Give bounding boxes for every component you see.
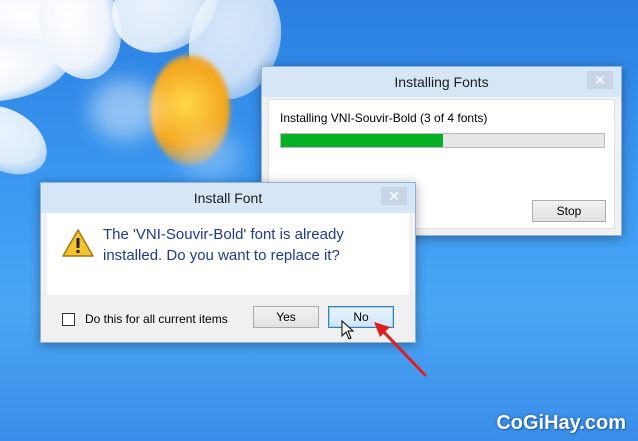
warning-icon: [62, 229, 94, 257]
close-icon: ✕: [594, 72, 606, 88]
annotation-arrow-icon: [374, 322, 427, 377]
apply-to-all-label[interactable]: Do this for all current items: [85, 312, 228, 326]
mouse-cursor-icon: [341, 320, 355, 340]
close-button[interactable]: ✕: [587, 71, 613, 89]
watermark: CoGiHay.com: [496, 412, 626, 434]
close-button[interactable]: ✕: [381, 187, 407, 205]
dialog-footer: Do this for all current items Yes No: [42, 295, 414, 341]
progress-bar: [280, 133, 605, 148]
message-line-2: installed. Do you want to replace it?: [103, 247, 340, 264]
progress-status-text: Installing VNI-Souvir-Bold (3 of 4 fonts…: [280, 111, 488, 125]
install-font-titlebar[interactable]: Install Font ✕: [41, 183, 415, 213]
installing-fonts-titlebar[interactable]: Installing Fonts ✕: [262, 67, 621, 97]
close-icon: ✕: [388, 188, 400, 204]
dialog-title: Install Font: [193, 190, 263, 206]
install-font-dialog: Install Font ✕ The 'VNI-Souvir-Bold' fon…: [40, 182, 416, 343]
dialog-content: The 'VNI-Souvir-Bold' font is already in…: [47, 213, 409, 295]
apply-to-all-checkbox[interactable]: [62, 313, 75, 326]
message-line-1: The 'VNI-Souvir-Bold' font is already: [103, 226, 344, 243]
stop-button[interactable]: Stop: [532, 200, 606, 222]
yes-button[interactable]: Yes: [253, 306, 319, 328]
dialog-message: The 'VNI-Souvir-Bold' font is already in…: [103, 224, 393, 266]
progress-bar-fill: [281, 134, 443, 147]
window-title: Installing Fonts: [394, 74, 489, 90]
